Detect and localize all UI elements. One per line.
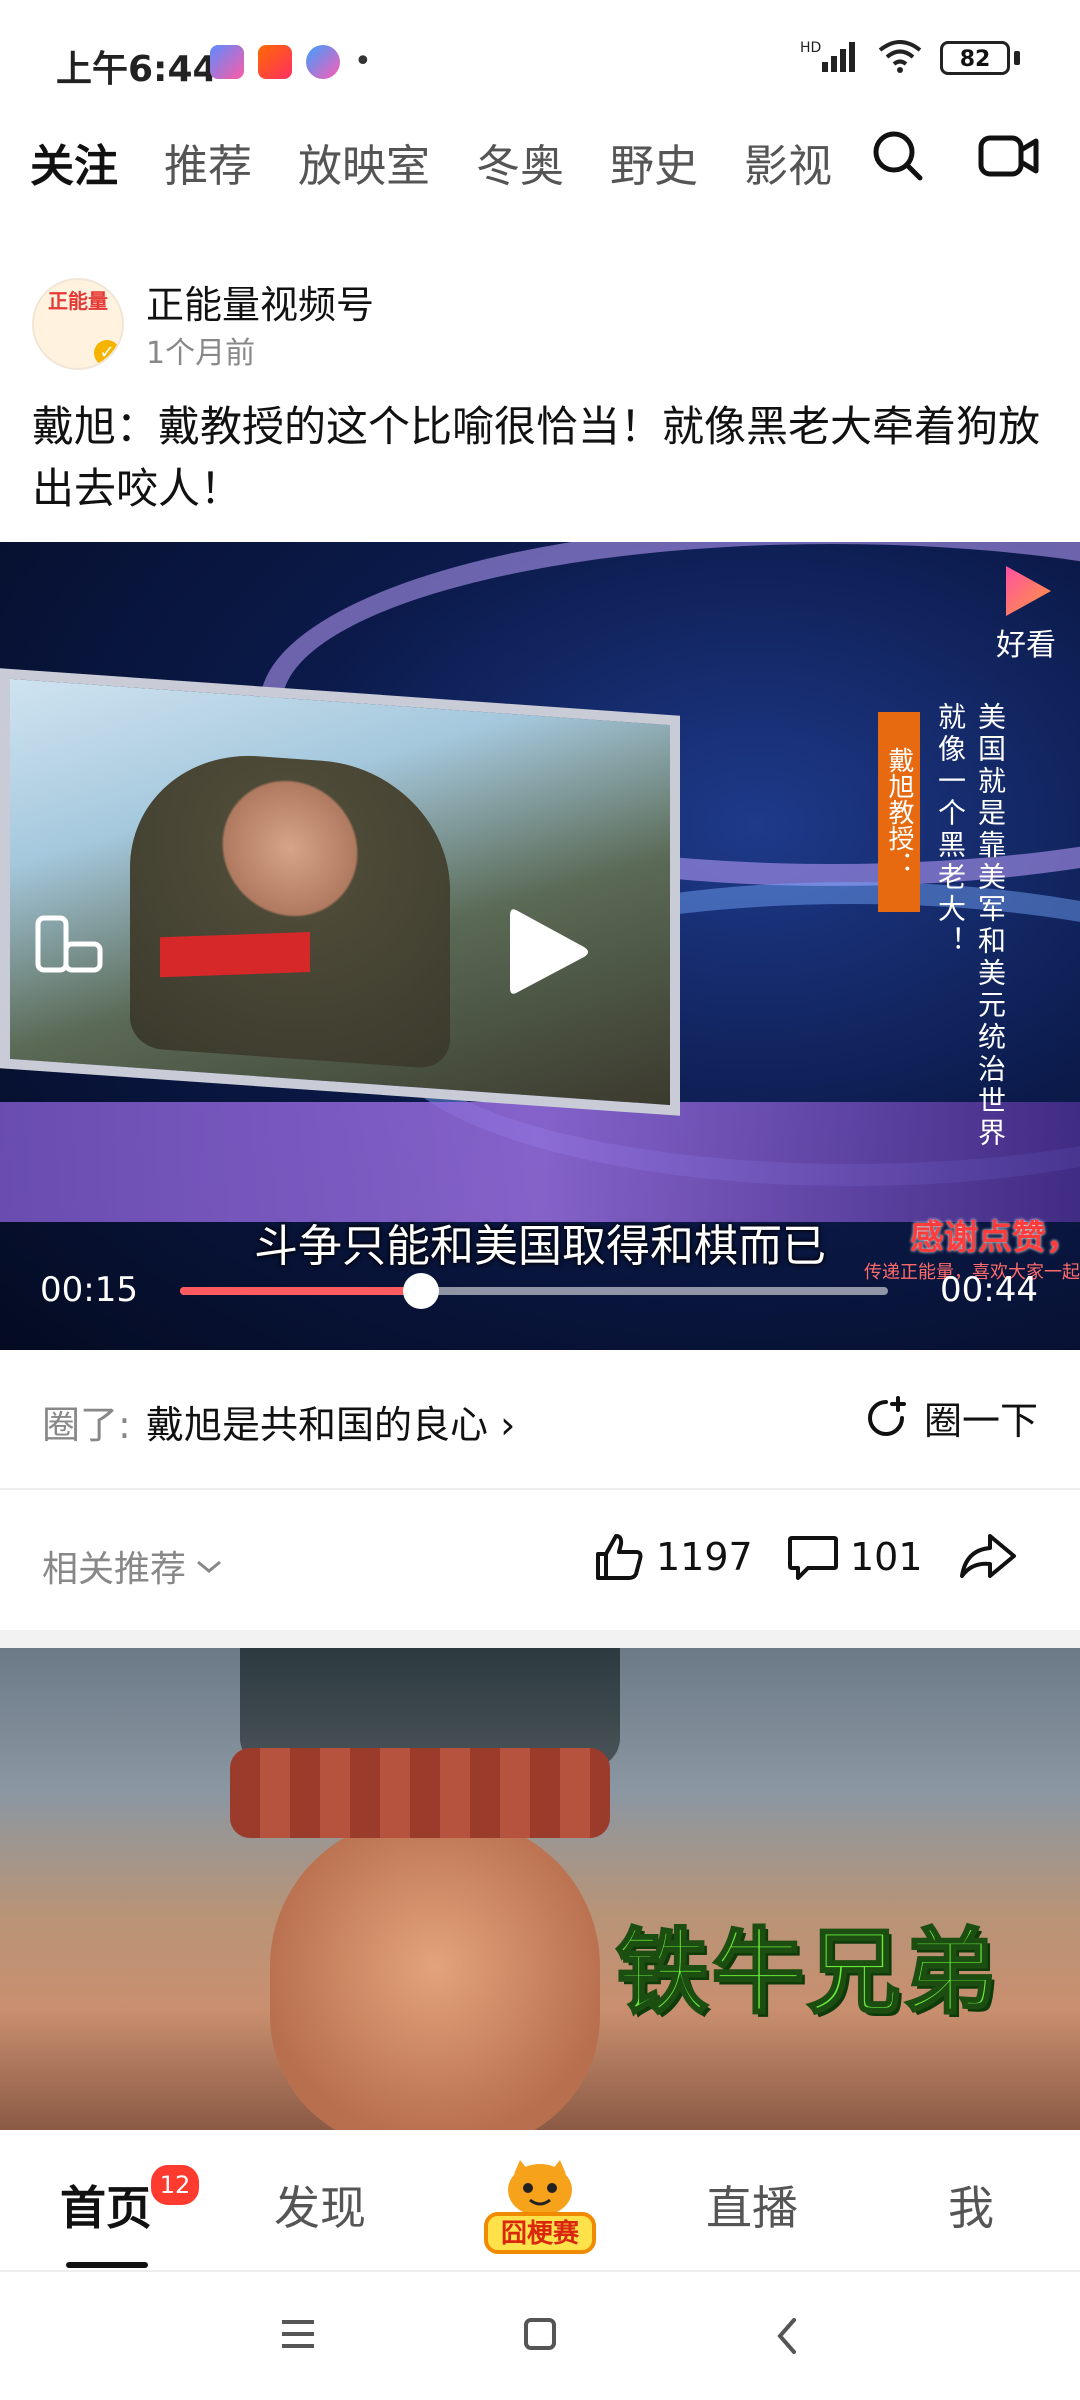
- comment-button[interactable]: 101: [786, 1530, 923, 1584]
- signal-icon: HD: [800, 38, 860, 78]
- video-player[interactable]: 好看 美国就是靠美军和美元统治世界 就像一个黑老大！ 戴旭教授： 斗争只能和美国…: [0, 542, 1080, 1350]
- tab-film[interactable]: 影视: [744, 130, 832, 194]
- stage-floor: [0, 1102, 1080, 1222]
- post-title[interactable]: 戴旭：戴教授的这个比喻很恰当！就像黑老大牵着狗放出去咬人！: [32, 396, 1052, 520]
- tab-unofficial-history[interactable]: 野史: [610, 130, 698, 194]
- next-video-thumbnail[interactable]: 铁牛兄弟: [0, 1648, 1080, 2130]
- related-label: 相关推荐: [42, 1549, 187, 1590]
- search-icon[interactable]: [870, 128, 926, 188]
- thumbnail-face: [270, 1818, 600, 2130]
- bottom-nav-me[interactable]: 我: [948, 2172, 994, 2238]
- circle-row: 圈了: 戴旭是共和国的良心 › 圈一下: [0, 1350, 1080, 1490]
- circle-name-link[interactable]: 戴旭是共和国的良心 ›: [146, 1394, 515, 1449]
- haokan-logo-icon: [1006, 566, 1051, 616]
- home-square-icon[interactable]: [522, 2316, 558, 2356]
- thumbs-up-icon: [596, 1534, 643, 1580]
- like-button[interactable]: 1197: [592, 1530, 753, 1584]
- notification-icons: •: [210, 44, 372, 79]
- author-avatar[interactable]: 正能量 ✓: [32, 278, 124, 370]
- comment-count: 101: [850, 1535, 923, 1579]
- avatar-text: 正能量: [48, 289, 108, 313]
- tiger-mascot-icon: 囧梗赛: [484, 2160, 596, 2254]
- vertical-caption-orange: 戴旭教授：: [878, 712, 920, 912]
- rotate-screen-icon[interactable]: [34, 914, 106, 980]
- like-count: 1197: [656, 1535, 753, 1579]
- battery-tip-icon: [1014, 51, 1020, 65]
- join-circle-button[interactable]: 圈一下: [862, 1390, 1038, 1445]
- battery-indicator: 82: [940, 41, 1010, 75]
- haokan-app-icon: [210, 44, 244, 79]
- tab-recommend[interactable]: 推荐: [164, 130, 252, 194]
- verified-badge-icon: ✓: [94, 340, 120, 366]
- cloud-app-icon: [306, 44, 340, 79]
- circle-label: 圈了:: [42, 1403, 131, 1447]
- more-dot-icon: •: [354, 44, 372, 79]
- status-bar: 上午6:44 • HD 82: [0, 0, 1080, 120]
- thumbnail-headband: [230, 1748, 610, 1838]
- play-icon[interactable]: [502, 902, 592, 1006]
- status-time: 上午6:44: [56, 49, 218, 90]
- watermark-text: 好看: [996, 628, 1056, 663]
- progress-knob[interactable]: [402, 1273, 439, 1309]
- center-logo-text: 囧梗赛: [501, 2218, 580, 2249]
- action-row: 相关推荐 1197 101: [0, 1490, 1080, 1630]
- chevron-down-icon: [197, 1560, 221, 1573]
- share-button[interactable]: [958, 1530, 1018, 1584]
- video-inset-frame: [0, 668, 680, 1116]
- wifi-icon: [878, 38, 922, 78]
- haokan-watermark: 好看: [996, 566, 1056, 664]
- speaker-figure: [130, 747, 450, 1070]
- share-icon: [960, 1534, 1016, 1578]
- post-time: 1个月前: [146, 336, 256, 371]
- home-badge: 12: [148, 2162, 202, 2208]
- menu-icon[interactable]: [278, 2316, 318, 2356]
- bottom-nav-home[interactable]: 首页: [60, 2172, 152, 2268]
- circle-name: 戴旭是共和国的良心: [146, 1403, 489, 1447]
- microphone-sign: [160, 932, 310, 978]
- system-nav-bar: [0, 2272, 1080, 2400]
- vertical-caption-mid: 就像一个黑老大！: [934, 702, 967, 958]
- video-camera-icon[interactable]: [978, 128, 1040, 188]
- current-time: 00:15: [40, 1270, 138, 1310]
- author-row: 正能量 ✓ 正能量视频号 1个月前: [32, 272, 1032, 372]
- back-icon[interactable]: [772, 2316, 802, 2360]
- chevron-right-icon: ›: [500, 1403, 516, 1447]
- duration: 00:44: [940, 1270, 1038, 1310]
- channel-tabs: 关注 推荐 放映室 冬奥 野史 影视: [30, 130, 840, 194]
- related-recommend-toggle[interactable]: 相关推荐: [42, 1540, 224, 1592]
- bottom-nav-live[interactable]: 直播: [706, 2172, 798, 2238]
- next-video-overlay-text: 铁牛兄弟: [614, 1918, 1000, 2028]
- refresh-plus-icon: [868, 1395, 906, 1436]
- author-name[interactable]: 正能量视频号: [146, 274, 374, 329]
- tab-follow[interactable]: 关注: [30, 130, 118, 194]
- bottom-nav-discover[interactable]: 发现: [274, 2172, 366, 2238]
- join-circle-label: 圈一下: [923, 1399, 1038, 1443]
- video-app-icon: [258, 44, 292, 79]
- network-label: HD: [800, 40, 821, 56]
- progress-fill: [180, 1287, 421, 1295]
- vertical-caption-right: 美国就是靠美军和美元统治世界: [974, 702, 1007, 1150]
- thanks-overlay: 感谢点赞，: [910, 1218, 1080, 1258]
- center-promo-button[interactable]: 囧梗赛: [480, 2156, 600, 2256]
- progress-bar[interactable]: [180, 1273, 888, 1309]
- tab-winter-olympics[interactable]: 冬奥: [476, 130, 564, 194]
- nav-actions: [870, 128, 1040, 188]
- tab-screening-room[interactable]: 放映室: [298, 130, 430, 194]
- bottom-nav: 首页 12 发现 囧梗赛 直播 我: [0, 2130, 1080, 2272]
- top-nav: 关注 推荐 放映室 冬奥 野史 影视: [0, 120, 1080, 220]
- feed-separator: [0, 1630, 1080, 1648]
- status-right: HD 82: [800, 38, 1020, 78]
- comment-icon: [788, 1536, 838, 1580]
